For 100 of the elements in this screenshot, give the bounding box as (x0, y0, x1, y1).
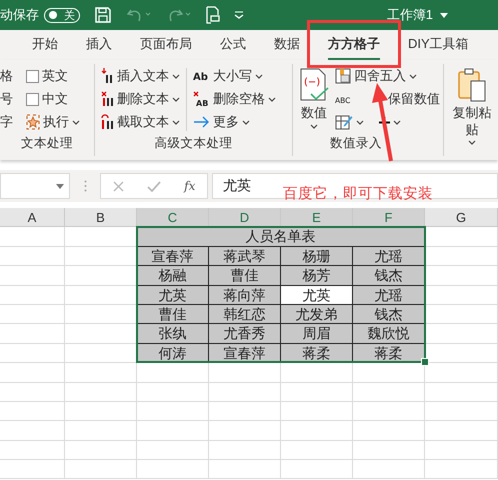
empty-cell[interactable] (353, 402, 425, 422)
empty-cell[interactable] (209, 402, 281, 422)
empty-cell[interactable] (425, 382, 498, 402)
column-header[interactable]: E (281, 208, 353, 228)
empty-cell[interactable] (65, 421, 137, 441)
empty-cell[interactable] (0, 382, 65, 402)
command-button[interactable]: 插入文本 (117, 67, 170, 85)
table-cell[interactable]: 蒋武琴 (209, 246, 281, 266)
table-cell[interactable]: 杨芳 (281, 266, 353, 286)
empty-cell[interactable] (425, 421, 498, 441)
empty-cell[interactable] (0, 402, 65, 422)
command-button[interactable]: 四舍五入 (354, 67, 406, 85)
empty-cell[interactable] (209, 382, 281, 402)
insert-text-icon[interactable] (101, 68, 114, 84)
table-cell[interactable]: 尤发弟 (281, 304, 353, 324)
checkbox[interactable] (26, 92, 39, 106)
delete-text-icon[interactable] (101, 91, 114, 107)
save-icon[interactable] (94, 6, 112, 24)
column-header[interactable]: F (353, 208, 425, 228)
table-cell[interactable]: 曹佳 (137, 304, 209, 324)
table-cell[interactable]: 杨珊 (281, 246, 353, 266)
table-cell[interactable]: 钱杰 (353, 266, 425, 286)
empty-cell[interactable] (65, 363, 137, 383)
empty-cell[interactable] (137, 402, 209, 422)
table-cell[interactable]: 尤英 (137, 286, 209, 305)
empty-cell[interactable] (425, 460, 498, 480)
caret-icon[interactable] (242, 120, 250, 124)
empty-cell[interactable] (209, 440, 281, 460)
ribbon-tab[interactable]: 公式 (220, 30, 246, 60)
column-header[interactable]: C (137, 208, 209, 228)
empty-cell[interactable] (281, 421, 353, 441)
table-cell[interactable]: 曹佳 (209, 266, 281, 286)
ribbon-tab[interactable]: DIY工具箱 (408, 30, 469, 60)
ribbon-tab[interactable]: 插入 (86, 30, 112, 60)
caret-icon[interactable] (172, 120, 180, 124)
column-header[interactable]: G (425, 208, 498, 228)
table-cell[interactable]: 蒋向萍 (209, 286, 281, 305)
empty-cell[interactable] (353, 421, 425, 441)
print-preview-icon[interactable] (206, 6, 220, 24)
autosave-toggle[interactable]: 关 (44, 8, 80, 22)
table-cell[interactable]: 钱杰 (353, 304, 425, 324)
empty-cell[interactable] (0, 324, 65, 344)
empty-cell[interactable] (65, 402, 137, 422)
extract-text-icon[interactable] (101, 114, 114, 130)
edit-table-icon[interactable] (335, 114, 353, 130)
empty-cell[interactable] (0, 440, 65, 460)
caret-icon[interactable] (356, 120, 364, 124)
empty-cell[interactable] (353, 460, 425, 480)
empty-cell[interactable] (0, 266, 65, 286)
command-button[interactable]: 删除文本 (117, 90, 170, 108)
caret-icon[interactable] (440, 12, 448, 18)
empty-cell[interactable] (137, 440, 209, 460)
empty-cell[interactable] (137, 382, 209, 402)
ribbon-tab[interactable]: 页面布局 (140, 30, 192, 60)
empty-cell[interactable] (0, 363, 65, 383)
table-cell[interactable]: 尤香秀 (209, 324, 281, 344)
empty-cell[interactable] (281, 402, 353, 422)
empty-cell[interactable] (137, 363, 209, 383)
empty-cell[interactable] (137, 421, 209, 441)
empty-cell[interactable] (209, 460, 281, 480)
caret-icon[interactable] (393, 120, 401, 124)
empty-cell[interactable] (0, 286, 65, 305)
caret-icon[interactable] (255, 74, 264, 78)
column-header[interactable]: D (209, 208, 281, 228)
empty-cell[interactable] (0, 344, 65, 364)
caret-icon[interactable] (56, 184, 64, 188)
copy-paste-button[interactable]: 复制粘贴 (452, 66, 492, 145)
empty-cell[interactable] (65, 382, 137, 402)
table-cell[interactable]: 张纨 (137, 324, 209, 344)
ribbon-tab[interactable]: 数据 (274, 30, 300, 60)
empty-cell[interactable] (281, 440, 353, 460)
empty-cell[interactable] (65, 460, 137, 480)
caret-icon[interactable] (72, 120, 80, 124)
empty-cell[interactable] (353, 440, 425, 460)
number-button[interactable]: (−) 数值 (299, 66, 329, 129)
table-cell[interactable]: 杨融 (137, 266, 209, 286)
caret-icon[interactable] (172, 74, 180, 78)
command-button[interactable]: 保留数值 (388, 90, 440, 108)
command-button[interactable]: 删除空格 (213, 90, 266, 108)
command-button[interactable]: 大小写 (213, 67, 252, 85)
fill-handle[interactable] (421, 358, 429, 366)
table-cell[interactable]: 尤瑶 (353, 286, 425, 305)
command-button[interactable]: 截取文本 (117, 113, 170, 131)
table-cell[interactable]: 韩红恋 (209, 304, 281, 324)
caret-icon[interactable] (409, 74, 417, 78)
run-button[interactable]: 执行 (43, 113, 69, 131)
column-header[interactable]: B (65, 208, 137, 228)
empty-cell[interactable] (425, 440, 498, 460)
empty-cell[interactable] (65, 440, 137, 460)
empty-cell[interactable] (281, 382, 353, 402)
caret-icon[interactable] (268, 96, 276, 102)
table-cell[interactable]: 魏欣悦 (353, 324, 425, 344)
empty-cell[interactable] (281, 363, 353, 383)
caret-icon[interactable] (172, 96, 180, 102)
empty-cell[interactable] (0, 421, 65, 441)
undo-icon[interactable] (126, 7, 152, 23)
table-cell[interactable]: 周眉 (281, 324, 353, 344)
checkbox[interactable] (26, 70, 39, 82)
column-header[interactable]: A (0, 208, 65, 228)
empty-cell[interactable] (209, 363, 281, 383)
